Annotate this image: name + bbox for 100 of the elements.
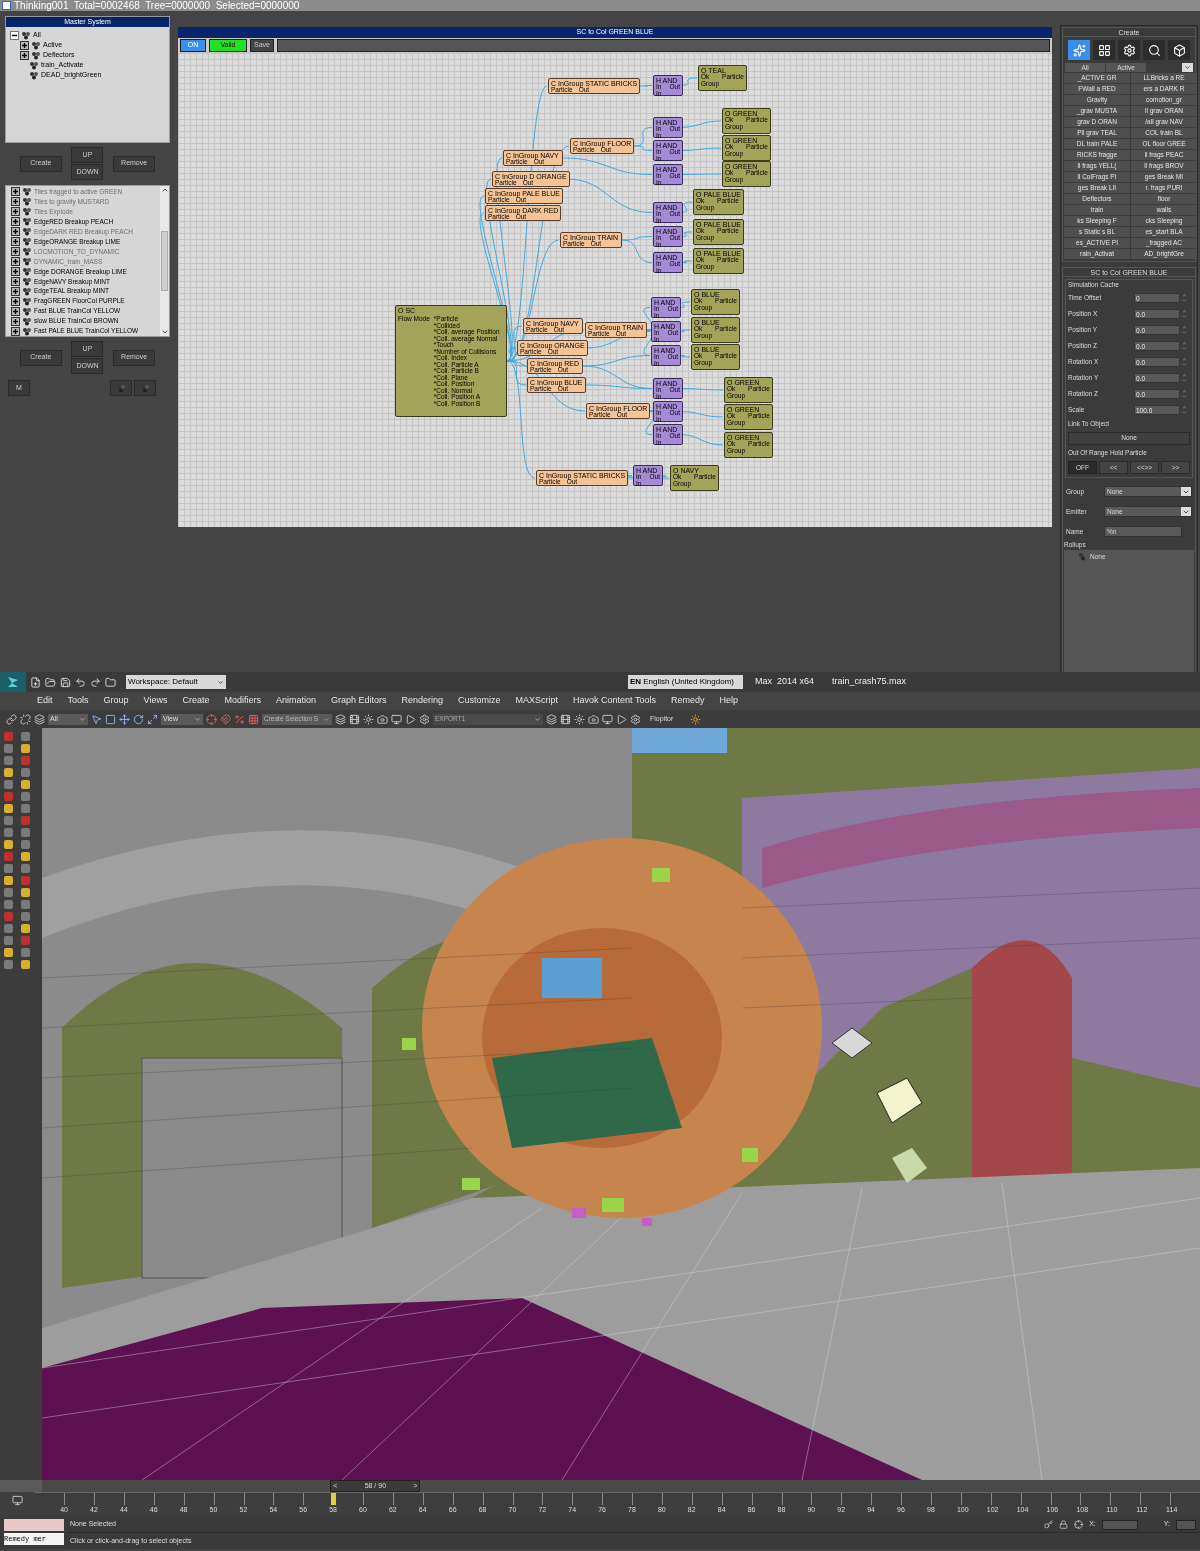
pointer-icon[interactable] (91, 713, 102, 725)
language-selector[interactable]: EN English (United Kingdom) (627, 675, 743, 689)
spinner-up-icon[interactable] (1182, 292, 1187, 298)
expand-icon[interactable] (11, 316, 20, 326)
menu-item[interactable]: Views (143, 694, 168, 708)
menu-item[interactable]: Help (719, 694, 738, 708)
spinner-down-icon[interactable] (1182, 361, 1187, 367)
expand-icon[interactable] (11, 237, 20, 247)
monitor-icon[interactable] (602, 713, 613, 725)
expand-icon[interactable] (11, 326, 20, 336)
tool-button[interactable] (1118, 40, 1140, 60)
crosshair-icon[interactable] (206, 713, 217, 725)
layers-icon[interactable] (546, 713, 557, 725)
film-icon[interactable] (349, 713, 360, 725)
menu-item[interactable]: Graph Editors (330, 694, 387, 708)
tool-button[interactable] (1143, 40, 1165, 60)
expand-icon[interactable] (11, 306, 20, 316)
command-input-field[interactable] (277, 39, 1050, 52)
app-menu-button[interactable] (0, 672, 26, 692)
spinner-up-icon[interactable] (1182, 404, 1187, 410)
tool-button[interactable] (1093, 40, 1115, 60)
menu-item[interactable]: Edit (37, 694, 53, 708)
listener-field[interactable] (4, 1519, 64, 1531)
x-coordinate-field[interactable] (1101, 1519, 1138, 1530)
undo-icon[interactable] (75, 676, 86, 688)
spinner-up-icon[interactable] (1182, 340, 1187, 346)
node-tool-button[interactable] (110, 380, 132, 396)
percent-icon[interactable] (234, 713, 245, 725)
y-coordinate-field[interactable] (1176, 1519, 1196, 1530)
spinner-down-icon[interactable] (1182, 297, 1187, 303)
scroll-up-icon[interactable] (160, 186, 169, 194)
expand-icon[interactable] (11, 227, 20, 237)
expand-icon[interactable] (20, 40, 29, 50)
expand-icon[interactable] (11, 247, 20, 257)
spinner-down-icon[interactable] (1182, 393, 1187, 399)
spinner-down-icon[interactable] (1182, 313, 1187, 319)
spinner-down-icon[interactable] (1182, 377, 1187, 383)
save-icon[interactable] (60, 676, 71, 688)
menu-item[interactable]: MAXScript (515, 694, 559, 708)
scrollbar-thumb[interactable] (161, 231, 168, 291)
rotate-icon[interactable] (133, 713, 144, 725)
monitor-icon[interactable] (391, 713, 402, 725)
lock-icon[interactable] (1059, 1520, 1069, 1529)
menu-item[interactable]: Group (103, 694, 129, 708)
magnet-icon[interactable] (220, 713, 231, 725)
camera-icon[interactable] (588, 713, 599, 725)
spinner-up-icon[interactable] (1182, 372, 1187, 378)
spinner-up-icon[interactable] (1182, 324, 1187, 330)
spinner-up-icon[interactable] (1182, 356, 1187, 362)
play-icon[interactable] (616, 713, 627, 725)
layers-icon[interactable] (335, 713, 346, 725)
scroll-down-icon[interactable] (160, 328, 169, 336)
menu-item[interactable]: Tools (67, 694, 89, 708)
system-node[interactable] (395, 305, 507, 417)
menu-item[interactable]: Animation (275, 694, 316, 708)
open-folder-icon[interactable] (45, 676, 56, 688)
sun-icon[interactable] (363, 713, 374, 725)
collapse-icon[interactable] (10, 30, 19, 40)
folder-icon[interactable] (105, 676, 116, 688)
tool-button[interactable] (1168, 40, 1190, 60)
node-tool-button[interactable] (134, 380, 156, 396)
scrollbar[interactable] (160, 186, 169, 336)
expand-icon[interactable] (11, 266, 20, 276)
layers-icon[interactable] (34, 713, 45, 725)
expand-icon[interactable] (11, 257, 20, 267)
expand-icon[interactable] (20, 50, 29, 60)
new-file-icon[interactable] (30, 676, 41, 688)
expand-icon[interactable] (11, 286, 20, 296)
scale-icon[interactable] (147, 713, 158, 725)
workspace-dropdown[interactable]: Workspace: Default (126, 675, 226, 689)
link-icon[interactable] (6, 713, 17, 725)
grid-icon[interactable] (248, 713, 259, 725)
sun-icon[interactable] (574, 713, 585, 725)
menu-item[interactable]: Create (182, 694, 210, 708)
expand-icon[interactable] (11, 197, 20, 207)
expand-icon[interactable] (11, 296, 20, 306)
expand-icon[interactable] (11, 217, 20, 227)
rectangle-select-icon[interactable] (105, 713, 116, 725)
sun-icon[interactable] (690, 713, 702, 725)
crosshair-icon[interactable] (1074, 1520, 1084, 1529)
move-icon[interactable] (119, 713, 130, 725)
menu-item[interactable]: Rendering (401, 694, 444, 708)
expand-icon[interactable] (11, 276, 20, 286)
play-icon[interactable] (405, 713, 416, 725)
redo-icon[interactable] (90, 676, 101, 688)
menu-item[interactable]: Remedy (670, 694, 705, 708)
unlink-icon[interactable] (20, 713, 31, 725)
menu-item[interactable]: Modifiers (224, 694, 261, 708)
settings-icon[interactable] (630, 713, 641, 725)
expand-icon[interactable] (11, 207, 20, 217)
spinner-down-icon[interactable] (1182, 345, 1187, 351)
settings-icon[interactable] (419, 713, 430, 725)
spinner-down-icon[interactable] (1182, 329, 1187, 335)
spinner-up-icon[interactable] (1182, 388, 1187, 394)
expand-icon[interactable] (11, 187, 20, 197)
node-graph-canvas[interactable] (178, 53, 1052, 527)
menu-item[interactable]: Havok Content Tools (573, 694, 656, 708)
spinner-down-icon[interactable] (1182, 409, 1187, 415)
menu-item[interactable]: Customize (458, 694, 501, 708)
spinner-up-icon[interactable] (1182, 308, 1187, 314)
